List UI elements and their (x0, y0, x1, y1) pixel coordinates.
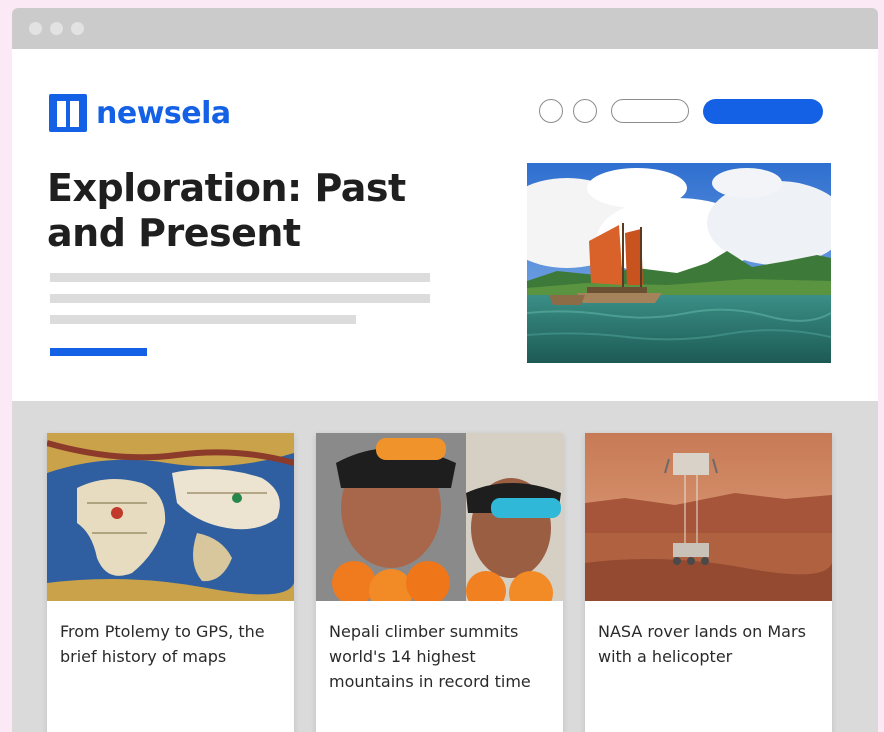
window-minimize-dot[interactable] (50, 22, 63, 35)
window-close-dot[interactable] (29, 22, 42, 35)
browser-window: newsela Exploration: Past and Present Fr… (12, 8, 878, 732)
text-placeholder-line (50, 315, 356, 324)
brand-name: newsela (96, 95, 231, 131)
text-placeholder-line (50, 294, 430, 303)
hero-image[interactable] (527, 163, 831, 363)
article-image (316, 433, 563, 601)
article-image (585, 433, 832, 601)
text-placeholder-line (50, 273, 430, 282)
nav-outline-button[interactable] (611, 99, 689, 123)
article-title[interactable]: NASA rover lands on Mars with a helicopt… (585, 601, 832, 669)
article-card[interactable]: Nepali climber summits world's 14 highes… (316, 433, 563, 732)
article-card[interactable]: From Ptolemy to GPS, the brief history o… (47, 433, 294, 732)
window-titlebar (12, 8, 878, 49)
newsela-logo[interactable]: newsela (49, 94, 231, 132)
article-title[interactable]: From Ptolemy to GPS, the brief history o… (47, 601, 294, 669)
article-card[interactable]: NASA rover lands on Mars with a helicopt… (585, 433, 832, 732)
read-more-link[interactable] (50, 348, 147, 356)
climbers-with-garlands (316, 433, 563, 601)
antique-world-map (47, 433, 294, 601)
window-maximize-dot[interactable] (71, 22, 84, 35)
voyaging-canoe-photo (527, 163, 831, 363)
article-grid: From Ptolemy to GPS, the brief history o… (12, 401, 878, 732)
article-title[interactable]: Nepali climber summits world's 14 highes… (316, 601, 563, 694)
page-title: Exploration: Past and Present (47, 166, 406, 255)
article-image (47, 433, 294, 601)
mars-rover-descent (585, 433, 832, 601)
nav-circle-button[interactable] (539, 99, 563, 123)
newsela-logo-icon (49, 94, 87, 132)
hero-section: newsela Exploration: Past and Present (12, 49, 878, 401)
nav-circle-button[interactable] (573, 99, 597, 123)
nav-primary-button[interactable] (703, 99, 823, 124)
